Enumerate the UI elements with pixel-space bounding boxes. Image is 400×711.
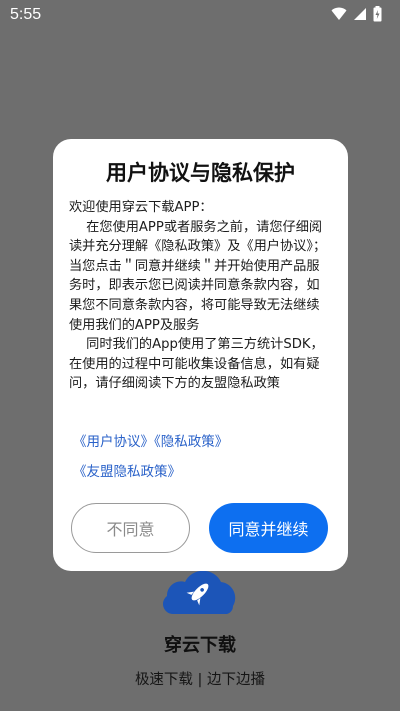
user-agreement-link[interactable]: 《用户协议》 (73, 434, 154, 450)
app-logo (163, 568, 237, 614)
agree-continue-button[interactable]: 同意并继续 (209, 503, 328, 553)
status-time: 5:55 (10, 6, 42, 23)
wifi-icon (331, 7, 347, 20)
dialog-title: 用户协议与隐私保护 (106, 161, 295, 185)
privacy-dialog: 用户协议与隐私保护 欢迎使用穿云下载APP： 在您使用APP或者服务之前，请您仔… (53, 139, 348, 571)
policy-links-row: 《用户协议》《隐私政策》 (73, 430, 333, 450)
rocket-cloud-logo-icon (163, 570, 236, 614)
umeng-link-row: 《友盟隐私政策》 (73, 460, 333, 480)
umeng-privacy-link[interactable]: 《友盟隐私政策》 (73, 464, 181, 480)
dialog-body: 欢迎使用穿云下载APP： 在您使用APP或者服务之前，请您仔细阅读并充分理解《隐… (69, 198, 331, 394)
dialog-paragraph-1: 在您使用APP或者服务之前，请您仔细阅读并充分理解《隐私政策》及《用户协议》；当… (69, 219, 327, 333)
signal-icon (354, 8, 366, 20)
privacy-policy-link[interactable]: 《隐私政策》 (154, 434, 228, 450)
status-bar: 5:55 (0, 0, 400, 30)
app-slogan: 极速下载 | 边下边播 (134, 672, 266, 688)
dialog-greeting: 欢迎使用穿云下载APP： (69, 200, 213, 215)
disagree-button[interactable]: 不同意 (71, 503, 190, 553)
status-icons (331, 6, 382, 22)
dialog-paragraph-2: 同时我们的App使用了第三方统计SDK，在使用的过程中可能收集设备信息，如有疑问… (69, 337, 324, 392)
app-name: 穿云下载 (164, 635, 236, 656)
battery-icon (373, 6, 382, 22)
